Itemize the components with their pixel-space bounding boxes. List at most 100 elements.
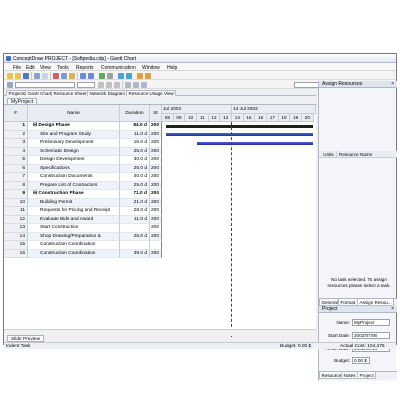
link-icon[interactable] — [99, 72, 105, 79]
project-name-field[interactable]: MyProject — [352, 319, 390, 326]
unlink-icon[interactable] — [107, 72, 113, 79]
task-name-cell[interactable]: ⊟ Design Phase — [28, 122, 120, 131]
tab-resource[interactable]: Resource — [319, 372, 344, 379]
task-name-cell[interactable]: Shop Drawing/Preparation & — [28, 232, 120, 241]
copy-icon[interactable] — [61, 72, 67, 79]
tab-notes[interactable]: Notes — [341, 372, 359, 379]
close-icon[interactable]: × — [391, 81, 394, 88]
task-name-cell[interactable]: Preliminary Development — [28, 139, 120, 148]
indent-icon[interactable] — [118, 72, 124, 79]
task-start-cell[interactable]: 200 — [150, 181, 162, 190]
underline-icon[interactable] — [114, 81, 120, 88]
tab-assign-resources[interactable]: Assign Resou... — [357, 299, 395, 306]
task-name-cell[interactable]: Start Construction — [28, 224, 120, 233]
task-name-cell[interactable]: Evaluate Bids and Award — [28, 215, 120, 224]
task-start-cell[interactable]: 200 — [150, 139, 162, 148]
bold-icon[interactable] — [98, 81, 104, 88]
task-start-cell[interactable]: 200 — [150, 122, 162, 131]
menu-edit[interactable]: Edit — [26, 65, 35, 71]
task-duration-cell[interactable]: 16.0 d — [120, 139, 150, 148]
font-dropdown[interactable] — [15, 81, 75, 88]
task-duration-cell[interactable]: 40.0 d — [120, 173, 150, 182]
task-name-cell[interactable]: Site and Program Study — [28, 130, 120, 139]
close-icon[interactable]: × — [391, 306, 394, 313]
row-number[interactable]: 14 — [4, 232, 28, 241]
task-duration-cell[interactable] — [120, 224, 150, 233]
zoom-out-icon[interactable] — [145, 72, 151, 79]
task-start-cell[interactable]: 200 — [150, 173, 162, 182]
task-name-cell[interactable]: Requests for Pricing and Receipt — [28, 207, 120, 216]
col-header-name[interactable]: Name — [28, 105, 120, 122]
outdent-icon[interactable] — [126, 72, 132, 79]
start-date-field[interactable]: 2002/07/08 — [352, 332, 390, 339]
col-resource-name[interactable]: Resource Name — [339, 151, 372, 158]
row-number[interactable]: 1 — [4, 122, 28, 131]
tab-gantt-chart[interactable]: Gantt Chart — [25, 90, 54, 96]
task-duration-cell[interactable]: 25.0 d — [120, 164, 150, 173]
menu-tools[interactable]: Tools — [57, 65, 69, 71]
row-number[interactable]: 11 — [4, 207, 28, 216]
task-duration-cell[interactable]: 11.0 d — [120, 130, 150, 139]
menu-file[interactable]: File — [13, 65, 21, 71]
menu-window[interactable]: Window — [142, 65, 160, 71]
cut-icon[interactable] — [53, 72, 59, 79]
row-number[interactable]: 8 — [4, 181, 28, 190]
task-start-cell[interactable]: 200 — [150, 198, 162, 207]
timeline-hscrollbar[interactable] — [162, 329, 316, 336]
task-start-cell[interactable]: 200 — [150, 224, 162, 233]
zoom-in-icon[interactable] — [137, 72, 143, 79]
task-start-cell[interactable]: 200 — [150, 164, 162, 173]
redo-icon[interactable] — [88, 72, 94, 79]
task-duration-cell[interactable]: 30.0 d — [120, 156, 150, 165]
undo-icon[interactable] — [80, 72, 86, 79]
task-duration-cell[interactable] — [120, 241, 150, 250]
row-number[interactable]: 16 — [4, 249, 28, 258]
new-icon[interactable] — [7, 72, 13, 79]
print-icon[interactable] — [34, 72, 40, 79]
align-left-icon[interactable] — [125, 81, 131, 88]
align-right-icon[interactable] — [141, 81, 147, 88]
row-number[interactable]: 3 — [4, 139, 28, 148]
task-name-cell[interactable]: Specifications — [28, 164, 120, 173]
menu-reports[interactable]: Reports — [76, 65, 94, 71]
row-number[interactable]: 2 — [4, 130, 28, 139]
task-name-cell[interactable]: Construction Coordination — [28, 249, 120, 258]
task-start-cell[interactable]: 200 — [150, 190, 162, 199]
task-duration-cell[interactable]: 84.0 d — [120, 122, 150, 131]
budget-field[interactable]: 0.00 $ — [352, 357, 370, 364]
task-start-cell[interactable]: 200 — [150, 215, 162, 224]
task-name-cell[interactable]: Construction Coordination — [28, 241, 120, 250]
size-dropdown[interactable] — [77, 81, 95, 88]
italic-icon[interactable] — [106, 81, 112, 88]
col-units[interactable]: Units — [321, 151, 337, 158]
task-start-cell[interactable]: 200 — [150, 207, 162, 216]
menu-view[interactable]: View — [40, 65, 51, 71]
style-icon[interactable] — [7, 81, 13, 88]
row-number[interactable]: 12 — [4, 215, 28, 224]
task-duration-cell[interactable]: 28.0 d — [120, 207, 150, 216]
task-name-cell[interactable]: Prepare List of Contractors — [28, 181, 120, 190]
row-number[interactable]: 4 — [4, 147, 28, 156]
menu-communication[interactable]: Communication — [101, 65, 136, 71]
task-duration-cell[interactable]: 25.0 d — [120, 181, 150, 190]
preview-icon[interactable] — [42, 72, 48, 79]
task-name-cell[interactable]: Construction Documents — [28, 173, 120, 182]
task-name-cell[interactable]: Design Development — [28, 156, 120, 165]
task-duration-cell[interactable]: 25.0 d — [120, 147, 150, 156]
tab-resource-sheet[interactable]: Resource Sheet — [51, 90, 89, 96]
task-start-cell[interactable]: 200 — [150, 130, 162, 139]
row-number[interactable]: 7 — [4, 173, 28, 182]
task-duration-cell[interactable]: 71.0 d — [120, 190, 150, 199]
task-bar[interactable] — [197, 141, 313, 145]
row-number[interactable]: 10 — [4, 198, 28, 207]
task-start-cell[interactable]: 200 — [150, 232, 162, 241]
align-center-icon[interactable] — [133, 81, 139, 88]
tab-network-diagram[interactable]: Network Diagram — [87, 90, 128, 96]
row-number[interactable]: 13 — [4, 224, 28, 233]
open-icon[interactable] — [15, 72, 21, 79]
task-start-cell[interactable] — [150, 241, 162, 250]
task-duration-cell[interactable]: 25.0 d — [120, 232, 150, 241]
col-header-start[interactable]: St — [150, 105, 162, 122]
row-number[interactable]: 5 — [4, 156, 28, 165]
slide-preview-tab[interactable]: Slide Preview — [7, 335, 45, 342]
